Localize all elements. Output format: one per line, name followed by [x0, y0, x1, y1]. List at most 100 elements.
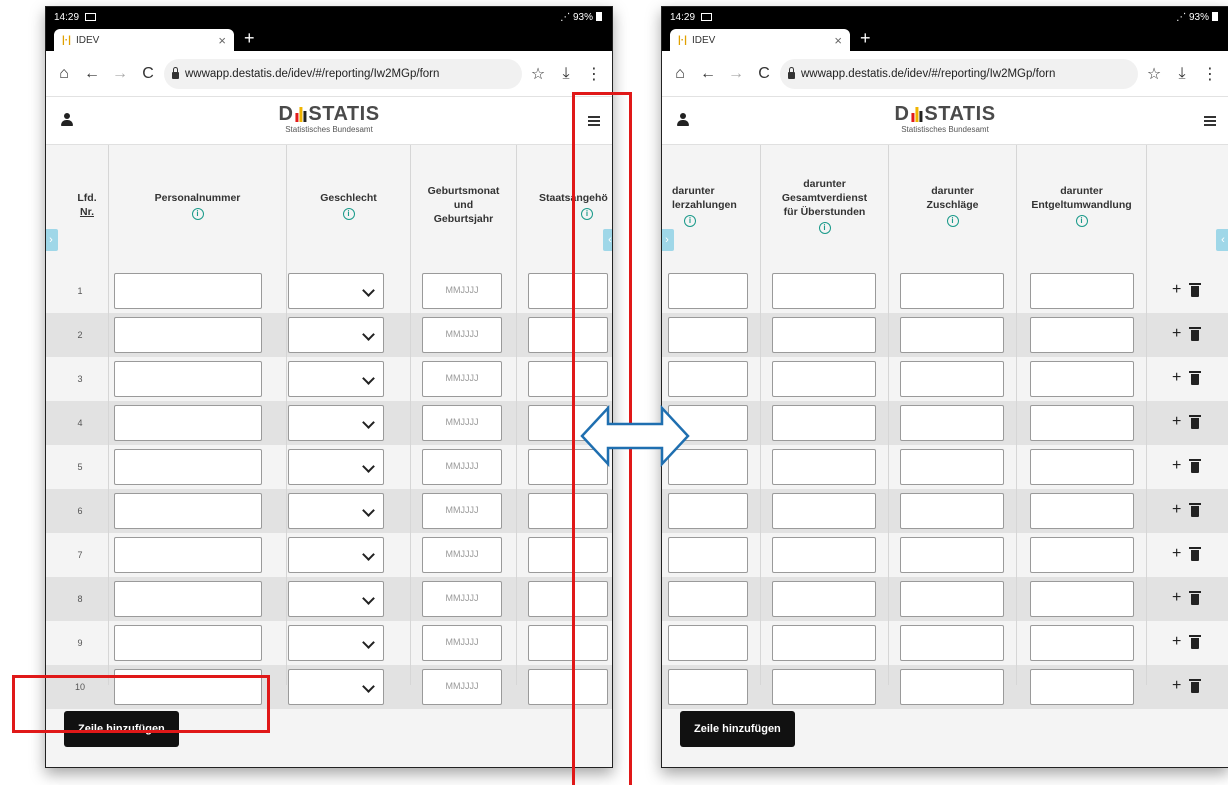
personalnummer-input[interactable]	[114, 449, 262, 485]
close-tab-icon[interactable]: ×	[218, 33, 226, 48]
personalnummer-input[interactable]	[114, 493, 262, 529]
personalnummer-input[interactable]	[114, 405, 262, 441]
personalnummer-input[interactable]	[114, 273, 262, 309]
address-field[interactable]: wwwapp.destatis.de/idev/#/reporting/Iw2M…	[780, 58, 1138, 89]
forward-icon[interactable]: →	[108, 62, 132, 86]
add-icon[interactable]: +	[1172, 677, 1181, 695]
ueberstunden-input[interactable]	[772, 669, 876, 705]
entgeltumwandlung-input[interactable]	[1030, 449, 1134, 485]
zuschlaege-input[interactable]	[900, 361, 1004, 397]
scroll-left-icon[interactable]: ›	[46, 229, 58, 251]
entgeltumwandlung-input[interactable]	[1030, 405, 1134, 441]
trash-icon[interactable]	[1189, 326, 1202, 341]
home-icon[interactable]: ⌂	[52, 62, 76, 86]
user-icon[interactable]	[60, 113, 74, 127]
new-tab-button[interactable]: +	[244, 28, 255, 48]
geschlecht-select[interactable]	[288, 317, 384, 353]
browser-tab[interactable]: |·| IDEV ×	[670, 29, 850, 51]
zuschlaege-input[interactable]	[900, 493, 1004, 529]
ueberstunden-input[interactable]	[772, 405, 876, 441]
sonderzahlungen-input[interactable]	[668, 625, 748, 661]
personalnummer-input[interactable]	[114, 581, 262, 617]
star-icon[interactable]: ☆	[1142, 62, 1166, 86]
entgeltumwandlung-input[interactable]	[1030, 273, 1134, 309]
personalnummer-input[interactable]	[114, 361, 262, 397]
scroll-right-icon[interactable]: ‹	[1216, 229, 1228, 251]
info-icon[interactable]: i	[946, 214, 959, 227]
geschlecht-select[interactable]	[288, 449, 384, 485]
add-icon[interactable]: +	[1172, 325, 1181, 343]
sonderzahlungen-input[interactable]	[668, 361, 748, 397]
trash-icon[interactable]	[1189, 414, 1202, 429]
back-icon[interactable]: ←	[696, 62, 720, 86]
zuschlaege-input[interactable]	[900, 537, 1004, 573]
geschlecht-select[interactable]	[288, 493, 384, 529]
entgeltumwandlung-input[interactable]	[1030, 361, 1134, 397]
geschlecht-select[interactable]	[288, 537, 384, 573]
scroll-left-icon[interactable]: ›	[662, 229, 674, 251]
geburtsdatum-input[interactable]: MMJJJJ	[422, 449, 502, 485]
trash-icon[interactable]	[1189, 458, 1202, 473]
entgeltumwandlung-input[interactable]	[1030, 625, 1134, 661]
zuschlaege-input[interactable]	[900, 669, 1004, 705]
info-icon[interactable]: i	[684, 214, 696, 227]
geburtsdatum-input[interactable]: MMJJJJ	[422, 361, 502, 397]
entgeltumwandlung-input[interactable]	[1030, 493, 1134, 529]
entgeltumwandlung-input[interactable]	[1030, 581, 1134, 617]
ueberstunden-input[interactable]	[772, 625, 876, 661]
add-icon[interactable]: +	[1172, 281, 1181, 299]
sonderzahlungen-input[interactable]	[668, 273, 748, 309]
add-icon[interactable]: +	[1172, 589, 1181, 607]
forward-icon[interactable]: →	[724, 62, 748, 86]
download-icon[interactable]: ⤓	[554, 62, 578, 86]
geburtsdatum-input[interactable]: MMJJJJ	[422, 581, 502, 617]
info-icon[interactable]: i	[342, 207, 355, 220]
personalnummer-input[interactable]	[114, 537, 262, 573]
info-icon[interactable]: i	[818, 221, 831, 234]
zuschlaege-input[interactable]	[900, 317, 1004, 353]
add-icon[interactable]: +	[1172, 633, 1181, 651]
geburtsdatum-input[interactable]: MMJJJJ	[422, 273, 502, 309]
personalnummer-input[interactable]	[114, 317, 262, 353]
sonderzahlungen-input[interactable]	[668, 493, 748, 529]
sonderzahlungen-input[interactable]	[668, 669, 748, 705]
ueberstunden-input[interactable]	[772, 581, 876, 617]
trash-icon[interactable]	[1189, 590, 1202, 605]
close-tab-icon[interactable]: ×	[834, 33, 842, 48]
trash-icon[interactable]	[1189, 370, 1202, 385]
browser-menu-icon[interactable]: ⋮	[582, 62, 606, 86]
geschlecht-select[interactable]	[288, 273, 384, 309]
geburtsdatum-input[interactable]: MMJJJJ	[422, 537, 502, 573]
add-icon[interactable]: +	[1172, 545, 1181, 563]
back-icon[interactable]: ←	[80, 62, 104, 86]
geschlecht-select[interactable]	[288, 405, 384, 441]
trash-icon[interactable]	[1189, 546, 1202, 561]
zuschlaege-input[interactable]	[900, 405, 1004, 441]
new-tab-button[interactable]: +	[860, 28, 871, 48]
info-icon[interactable]: i	[1075, 214, 1088, 227]
user-icon[interactable]	[676, 113, 690, 127]
hamburger-menu-icon[interactable]	[1204, 116, 1216, 126]
browser-menu-icon[interactable]: ⋮	[1198, 62, 1222, 86]
geburtsdatum-input[interactable]: MMJJJJ	[422, 317, 502, 353]
geschlecht-select[interactable]	[288, 361, 384, 397]
trash-icon[interactable]	[1189, 502, 1202, 517]
personalnummer-input[interactable]	[114, 625, 262, 661]
ueberstunden-input[interactable]	[772, 273, 876, 309]
geschlecht-select[interactable]	[288, 669, 384, 705]
home-icon[interactable]: ⌂	[668, 62, 692, 86]
geburtsdatum-input[interactable]: MMJJJJ	[422, 669, 502, 705]
entgeltumwandlung-input[interactable]	[1030, 317, 1134, 353]
browser-tab[interactable]: |·| IDEV ×	[54, 29, 234, 51]
ueberstunden-input[interactable]	[772, 537, 876, 573]
ueberstunden-input[interactable]	[772, 361, 876, 397]
sonderzahlungen-input[interactable]	[668, 581, 748, 617]
geburtsdatum-input[interactable]: MMJJJJ	[422, 493, 502, 529]
add-icon[interactable]: +	[1172, 413, 1181, 431]
geschlecht-select[interactable]	[288, 625, 384, 661]
reload-icon[interactable]: C	[136, 62, 160, 86]
geburtsdatum-input[interactable]: MMJJJJ	[422, 405, 502, 441]
sonderzahlungen-input[interactable]	[668, 317, 748, 353]
zuschlaege-input[interactable]	[900, 625, 1004, 661]
reload-icon[interactable]: C	[752, 62, 776, 86]
